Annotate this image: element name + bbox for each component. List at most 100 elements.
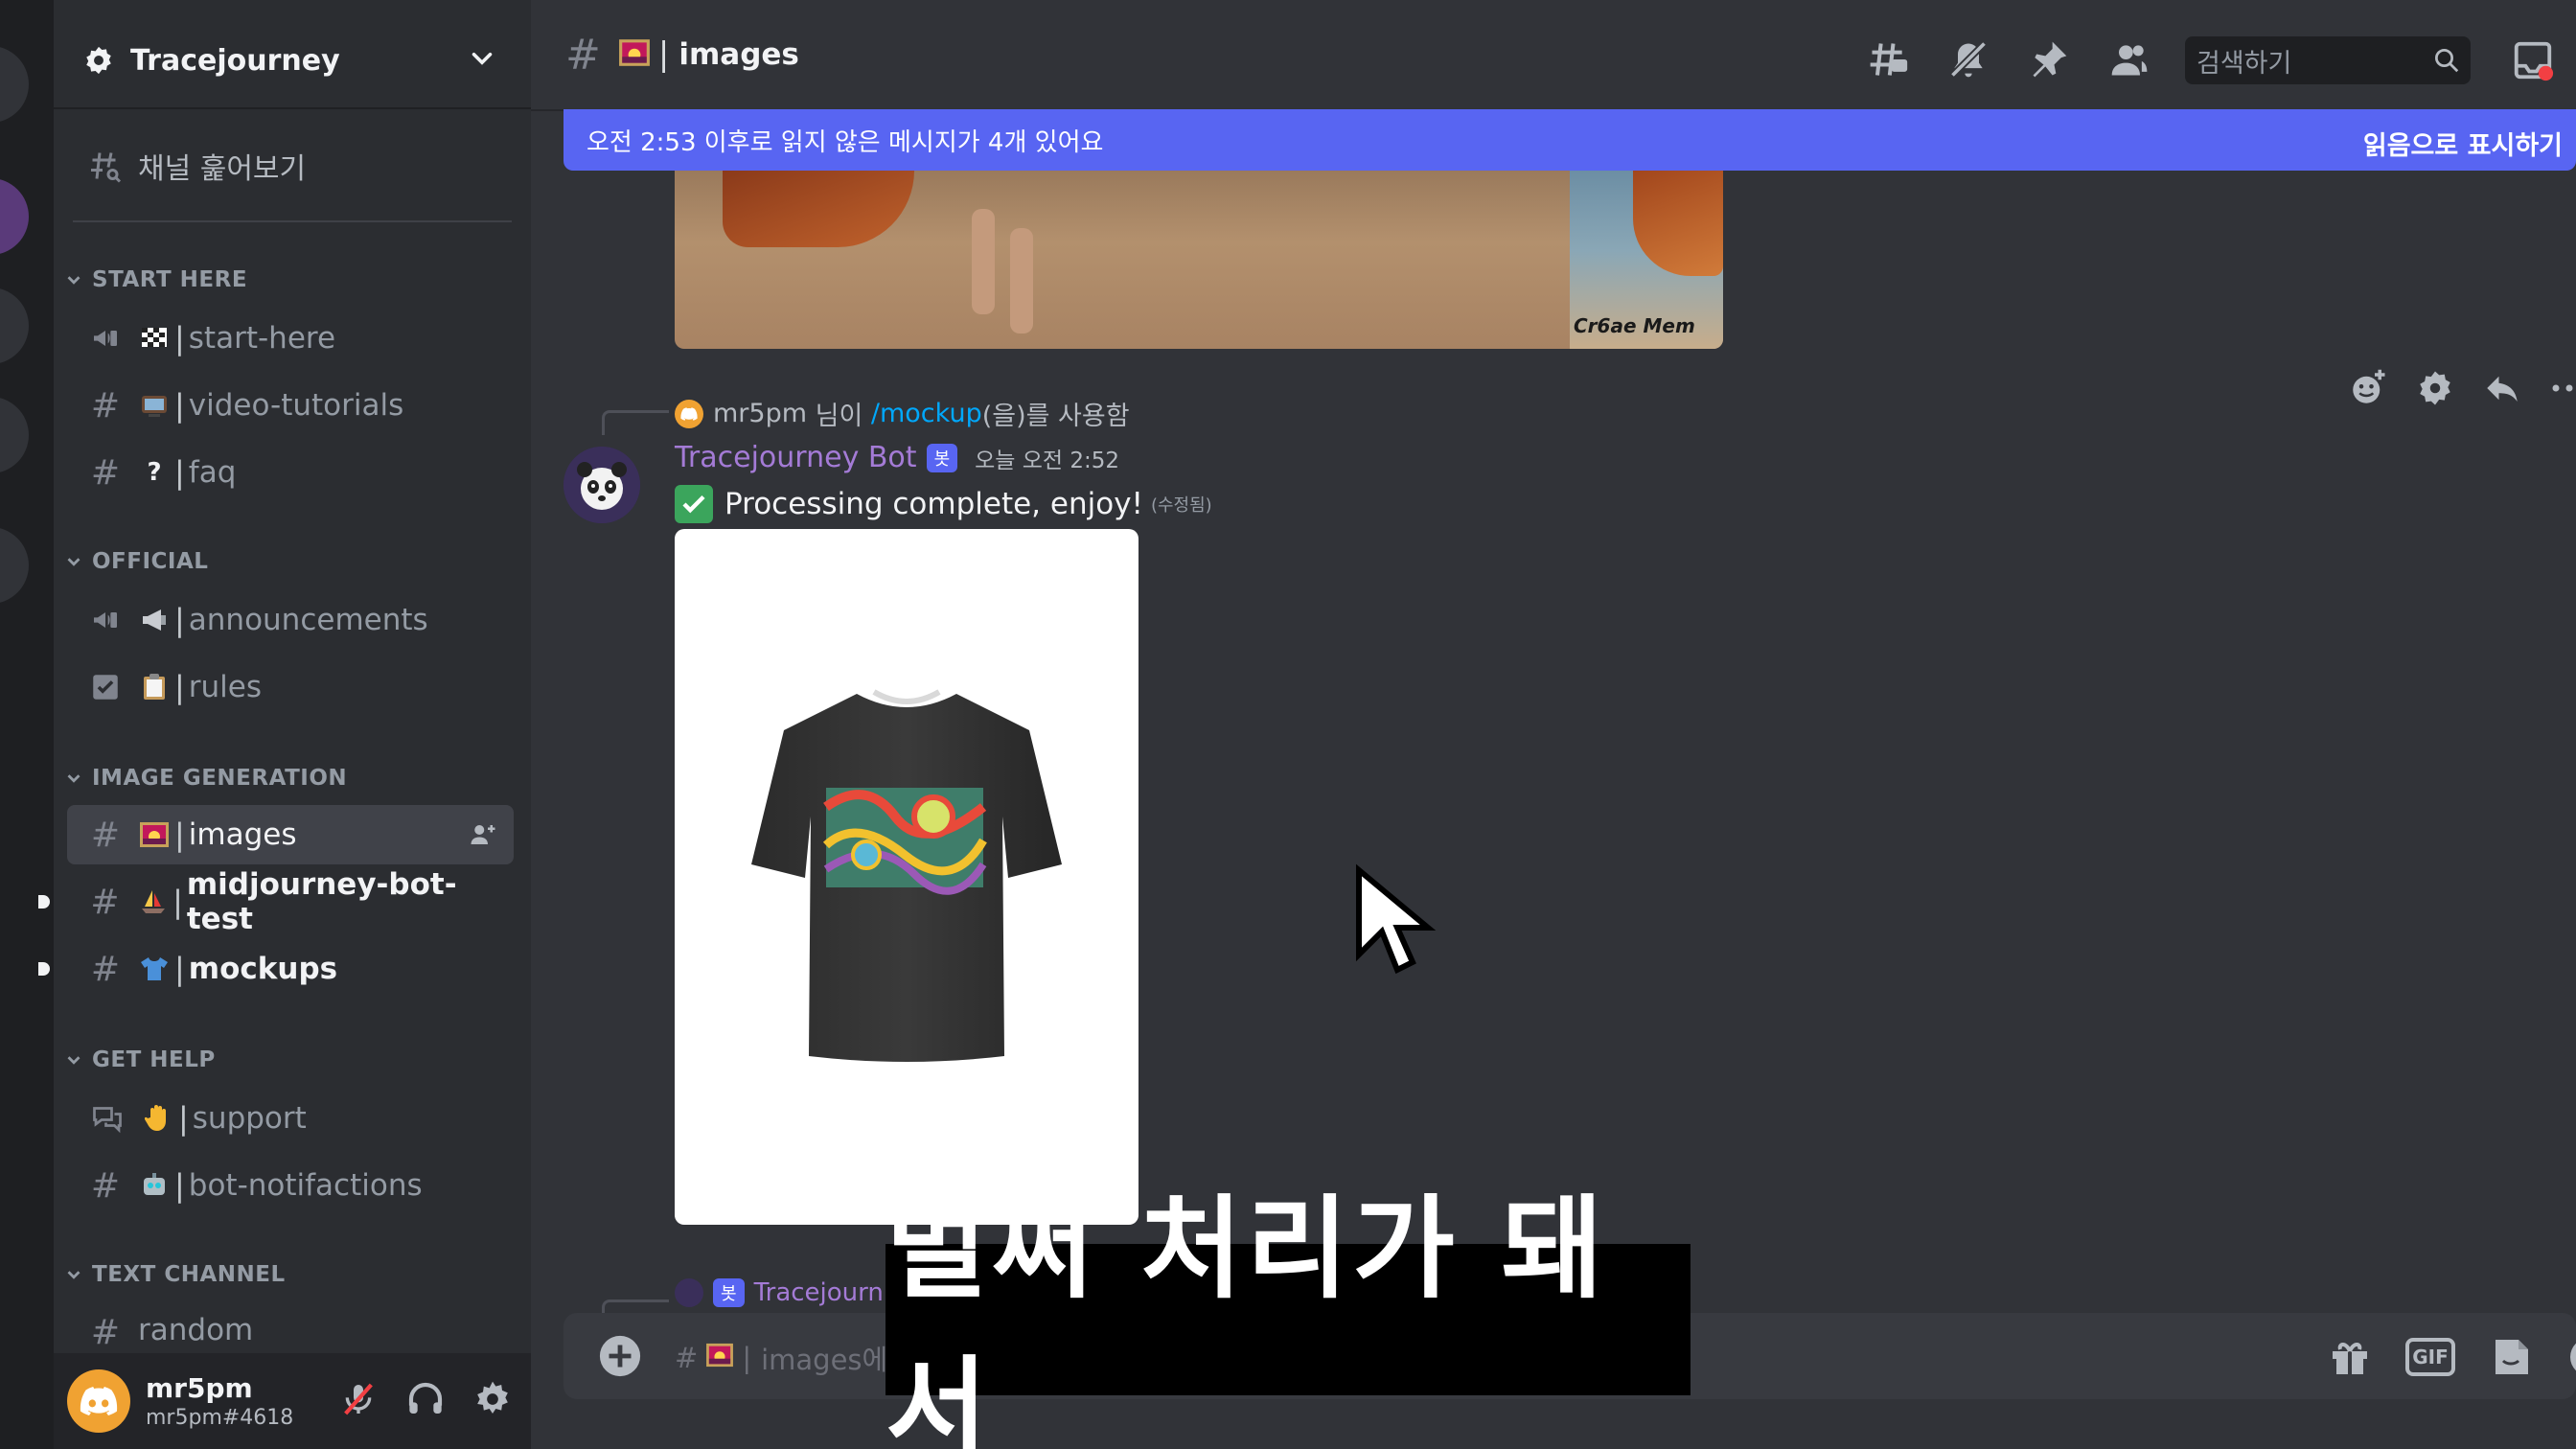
next-message-reply[interactable]: 봇 Tracejourn bbox=[675, 1278, 884, 1307]
tv-icon bbox=[138, 391, 171, 420]
author-name[interactable]: Tracejourney Bot bbox=[675, 441, 917, 474]
channel-video-tutorials[interactable]: # | video-tutorials bbox=[67, 376, 514, 435]
framed-picture-icon bbox=[138, 820, 171, 849]
gear-icon[interactable] bbox=[473, 1380, 512, 1418]
message-input[interactable]: # | images에 bbox=[675, 1338, 887, 1378]
mockup-image-attachment[interactable] bbox=[675, 529, 1138, 1225]
avatar bbox=[675, 1278, 703, 1307]
clipboard-icon bbox=[138, 673, 171, 702]
server-icon[interactable] bbox=[0, 46, 29, 123]
message-author: Tracejourney Bot 봇 오늘 오전 2:52 bbox=[675, 441, 1119, 474]
channel-announcements[interactable]: | announcements bbox=[67, 590, 514, 650]
raised-hand-icon bbox=[142, 1104, 174, 1133]
reply-context[interactable]: mr5pm 님이 /mockup (을)를 사용함 bbox=[675, 395, 1130, 432]
forum-channel-icon bbox=[93, 1107, 122, 1134]
server-rail bbox=[0, 0, 54, 1449]
announcement-channel-icon bbox=[94, 331, 117, 346]
mark-as-read-button[interactable]: 읽음으로 표시하기 bbox=[2363, 125, 2563, 162]
channel-faq[interactable]: # ? | faq bbox=[67, 443, 514, 502]
user-tag: mr5pm#4618 bbox=[146, 1406, 294, 1430]
headphones-icon[interactable] bbox=[406, 1380, 445, 1418]
bot-avatar-icon bbox=[564, 447, 640, 523]
divider bbox=[73, 220, 512, 222]
message-content: Processing complete, enjoy! (수정됨) bbox=[675, 485, 1212, 523]
channel-midjourney-bot-test[interactable]: # | midjourney-bot-test bbox=[38, 867, 514, 936]
checkered-flag-icon bbox=[138, 324, 171, 353]
category-text-channel[interactable]: TEXT CHANNEL bbox=[63, 1257, 286, 1292]
add-reaction-icon[interactable] bbox=[2348, 368, 2388, 408]
new-messages-bar[interactable]: 오전 2:53 이후로 읽지 않은 메시지가 4개 있어요 읽음으로 표시하기 bbox=[564, 109, 2576, 171]
server-icon[interactable] bbox=[0, 397, 29, 473]
channel-sidebar: Tracejourney 채널 훑어보기 START HERE | start-… bbox=[38, 0, 531, 1449]
hash-icon: # bbox=[90, 452, 121, 493]
notification-muted-icon[interactable] bbox=[1947, 38, 1990, 80]
avatar[interactable] bbox=[564, 447, 640, 523]
server-icon-active[interactable] bbox=[0, 178, 29, 255]
add-member-icon[interactable] bbox=[468, 820, 498, 849]
pin-icon[interactable] bbox=[2028, 38, 2070, 80]
hash-icon: # bbox=[90, 385, 121, 426]
video-subtitle: 벌써 처리가 돼서 bbox=[886, 1184, 1690, 1449]
category-start-here[interactable]: START HERE bbox=[63, 263, 247, 297]
browse-channels[interactable]: 채널 훑어보기 bbox=[88, 142, 306, 190]
chevron-down-icon bbox=[67, 1056, 80, 1065]
inbox-icon[interactable] bbox=[2511, 38, 2555, 82]
member-list-icon[interactable] bbox=[2108, 38, 2150, 80]
discord-logo-icon bbox=[80, 1387, 118, 1415]
bot-badge: 봇 bbox=[713, 1278, 745, 1307]
category-image-generation[interactable]: IMAGE GENERATION bbox=[63, 761, 347, 795]
category-official[interactable]: OFFICIAL bbox=[63, 544, 208, 579]
sticker-icon[interactable] bbox=[2488, 1334, 2534, 1380]
server-boost-icon bbox=[86, 46, 111, 75]
server-header[interactable]: Tracejourney bbox=[54, 13, 531, 109]
rules-channel-icon bbox=[93, 675, 118, 700]
threads-icon[interactable] bbox=[1867, 38, 1909, 80]
more-options-icon[interactable] bbox=[2549, 368, 2576, 408]
channel-support[interactable]: | support bbox=[67, 1089, 514, 1148]
question-mark-icon: ? bbox=[147, 458, 162, 487]
gift-icon[interactable] bbox=[2327, 1334, 2373, 1380]
hash-icon: # bbox=[90, 815, 121, 855]
image-attachment[interactable]: Cr6ae Mem bbox=[675, 171, 1723, 349]
gif-button[interactable]: GIF bbox=[2405, 1338, 2455, 1376]
channel-images[interactable]: # | images bbox=[67, 805, 514, 864]
channel-random[interactable]: # random bbox=[67, 1305, 514, 1351]
avatar bbox=[675, 399, 703, 428]
hash-icon: # bbox=[90, 1165, 121, 1206]
chevron-down-icon bbox=[67, 276, 80, 285]
announcement-channel-icon bbox=[94, 612, 117, 628]
chevron-down-icon bbox=[67, 1271, 80, 1279]
sailboat-icon bbox=[137, 887, 169, 916]
avatar[interactable] bbox=[67, 1369, 130, 1433]
channel-rules[interactable]: | rules bbox=[67, 657, 514, 717]
mute-microphone-icon[interactable] bbox=[339, 1380, 378, 1418]
channel-header: # | images 검색하기 bbox=[531, 0, 2576, 111]
tshirt-mockup-icon bbox=[751, 689, 1062, 1062]
channel-start-here[interactable]: | start-here bbox=[67, 309, 514, 368]
slash-command-link[interactable]: /mockup bbox=[871, 399, 982, 428]
bot-badge: 봇 bbox=[926, 443, 958, 472]
app-icon[interactable] bbox=[2415, 368, 2455, 408]
channel-title: images bbox=[678, 37, 799, 72]
framed-picture-icon bbox=[705, 1342, 734, 1374]
reply-icon[interactable] bbox=[2482, 368, 2522, 408]
hash-icon: # bbox=[90, 1313, 121, 1351]
hash-icon: # bbox=[90, 949, 121, 989]
hash-icon: # bbox=[565, 30, 601, 80]
channel-mockups[interactable]: # | mockups bbox=[38, 939, 514, 999]
add-attachment-icon[interactable] bbox=[598, 1334, 642, 1378]
emoji-icon[interactable] bbox=[2566, 1334, 2576, 1380]
chevron-down-icon bbox=[67, 774, 80, 783]
hash-icon: # bbox=[90, 882, 120, 922]
channel-bot-notifactions[interactable]: # | bot-notifactions bbox=[67, 1156, 514, 1215]
framed-picture-icon bbox=[618, 38, 651, 71]
mouse-cursor-icon bbox=[1356, 863, 1437, 975]
category-get-help[interactable]: GET HELP bbox=[63, 1043, 216, 1077]
robot-icon bbox=[138, 1171, 171, 1200]
chevron-down-icon[interactable] bbox=[466, 42, 498, 75]
check-mark-icon bbox=[675, 485, 713, 523]
server-icon[interactable] bbox=[0, 527, 29, 604]
user-panel: mr5pm mr5pm#4618 bbox=[54, 1353, 531, 1449]
server-icon[interactable] bbox=[0, 288, 29, 364]
search-input[interactable]: 검색하기 bbox=[2185, 36, 2471, 84]
